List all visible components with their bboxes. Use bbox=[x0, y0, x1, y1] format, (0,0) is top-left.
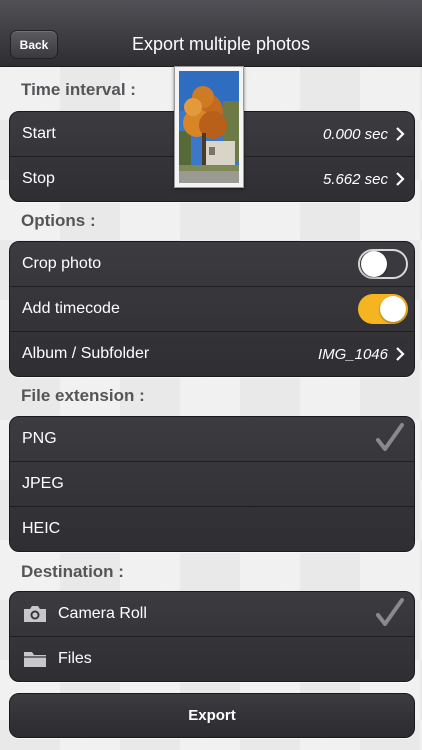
jpeg-label: JPEG bbox=[22, 475, 64, 492]
crop-photo-row: Crop photo bbox=[10, 242, 414, 286]
heic-row[interactable]: HEIC bbox=[10, 506, 414, 551]
destination-header: Destination : bbox=[21, 562, 124, 581]
start-label: Start bbox=[22, 125, 56, 142]
chevron-right-icon bbox=[396, 127, 405, 141]
files-row[interactable]: Files bbox=[10, 636, 414, 681]
file-extension-header: File extension : bbox=[21, 386, 145, 405]
stop-label: Stop bbox=[22, 170, 55, 187]
png-row[interactable]: PNG bbox=[10, 417, 414, 461]
options-group: Crop photo Add timecode Album / Subfolde… bbox=[9, 241, 415, 377]
toggle-knob bbox=[380, 296, 406, 322]
add-timecode-toggle[interactable] bbox=[358, 294, 408, 324]
chevron-right-icon bbox=[396, 347, 405, 361]
add-timecode-label: Add timecode bbox=[22, 300, 120, 317]
page-title: Export multiple photos bbox=[131, 34, 311, 54]
file-extension-group: PNG JPEG HEIC bbox=[9, 416, 415, 552]
png-label: PNG bbox=[22, 430, 57, 447]
checkmark-icon bbox=[376, 423, 404, 451]
jpeg-row[interactable]: JPEG bbox=[10, 461, 414, 506]
camera-roll-label: Camera Roll bbox=[58, 605, 147, 622]
crop-photo-label: Crop photo bbox=[22, 255, 102, 272]
destination-group: Camera Roll Files bbox=[9, 591, 415, 682]
start-value: 0.000 sec bbox=[322, 125, 388, 143]
navigation-bar: Back Export multiple photos bbox=[0, 0, 422, 67]
files-label: Files bbox=[58, 650, 92, 667]
heic-label: HEIC bbox=[22, 520, 61, 537]
crop-photo-toggle[interactable] bbox=[358, 249, 408, 279]
album-subfolder-label: Album / Subfolder bbox=[22, 345, 150, 362]
camera-roll-row[interactable]: Camera Roll bbox=[10, 592, 414, 636]
album-subfolder-value: IMG_1046 bbox=[317, 345, 388, 363]
back-button[interactable]: Back bbox=[10, 30, 58, 59]
export-button[interactable]: Export bbox=[9, 693, 415, 738]
time-interval-header: Time interval : bbox=[21, 80, 136, 99]
stop-value: 5.662 sec bbox=[322, 170, 388, 188]
camera-icon bbox=[22, 603, 48, 625]
folder-icon bbox=[22, 648, 48, 670]
tree-photo-image bbox=[179, 71, 239, 183]
add-timecode-row: Add timecode bbox=[10, 286, 414, 331]
chevron-right-icon bbox=[396, 172, 405, 186]
options-header: Options : bbox=[21, 211, 96, 230]
album-subfolder-row[interactable]: Album / Subfolder IMG_1046 bbox=[10, 331, 414, 376]
photo-thumbnail bbox=[174, 66, 244, 188]
checkmark-icon bbox=[376, 598, 404, 626]
toggle-knob bbox=[361, 251, 387, 277]
